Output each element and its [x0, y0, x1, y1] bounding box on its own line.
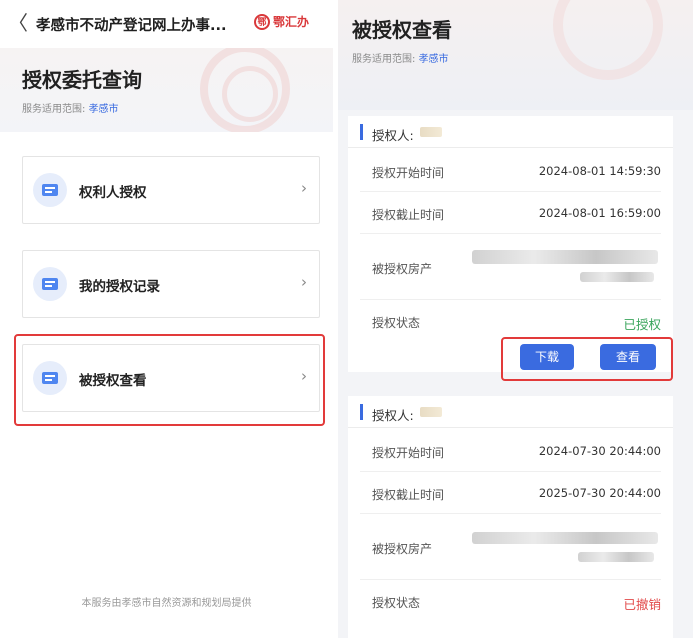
property-redacted: [472, 250, 658, 264]
highlight-box: [14, 334, 325, 426]
row-key: 授权状态: [372, 596, 421, 610]
top-bar: 〈 孝感市不动产登记网上办事... 鄂 鄂汇办: [0, 0, 333, 48]
grantor-name-redacted: [420, 407, 442, 417]
section-bar: [360, 124, 363, 140]
brand: 鄂 鄂汇办: [254, 13, 309, 30]
status-badge: 已授权: [623, 317, 661, 332]
row-key: 授权状态: [372, 316, 421, 330]
section-bar: [360, 404, 363, 420]
row-value: 2024-08-01 16:59:00: [538, 206, 661, 220]
brand-name: 鄂汇办: [273, 15, 310, 29]
page-title: 授权委托查询: [22, 68, 142, 92]
document-icon: [33, 173, 67, 207]
row-value: 2024-08-01 14:59:30: [538, 164, 661, 178]
record-row: 被授权房产: [360, 236, 661, 300]
document-icon: [33, 267, 67, 301]
chevron-right-icon: ›: [301, 179, 307, 197]
grantor-label: 授权人:: [372, 408, 414, 423]
right-screen: 被授权查看 服务适用范围: 孝感市 授权人: 授权开始时间 2024-08-01…: [338, 0, 693, 638]
page-title: 被授权查看: [352, 18, 452, 42]
seal-watermark-icon: [553, 0, 663, 80]
authorization-record-card: 授权人: 授权开始时间 2024-07-30 20:44:00 授权截止时间 2…: [348, 396, 673, 638]
seal-watermark-icon: [200, 48, 290, 132]
record-row: 授权截止时间 2024-08-01 16:59:00: [360, 194, 661, 234]
service-scope-city: 孝感市: [88, 104, 119, 115]
back-icon[interactable]: 〈: [6, 10, 30, 36]
property-redacted: [578, 552, 654, 562]
menu-item-label: 我的授权记录: [79, 279, 160, 295]
service-scope-city: 孝感市: [418, 54, 449, 65]
authorization-record-card: 授权人: 授权开始时间 2024-08-01 14:59:30 授权截止时间 2…: [348, 116, 673, 372]
highlight-box: [501, 337, 673, 381]
property-redacted: [472, 532, 658, 544]
row-key: 授权截止时间: [372, 208, 445, 222]
service-scope-label: 服务适用范围:: [352, 54, 416, 65]
row-value: 2024-07-30 20:44:00: [538, 444, 661, 458]
record-header: 授权人:: [348, 396, 673, 428]
row-key: 被授权房产: [372, 542, 433, 556]
record-row: 授权状态 已授权: [360, 302, 661, 342]
record-row: 授权开始时间 2024-08-01 14:59:30: [360, 152, 661, 192]
grantor-name-redacted: [420, 127, 442, 137]
record-header: 授权人:: [348, 116, 673, 148]
record-row: 授权状态 已撤销: [360, 582, 661, 622]
page-header: 授权委托查询 服务适用范围: 孝感市: [0, 48, 333, 132]
row-key: 授权开始时间: [372, 446, 445, 460]
menu-item-label: 权利人授权: [79, 185, 147, 201]
service-scope: 服务适用范围: 孝感市: [352, 50, 449, 65]
record-row: 授权开始时间 2024-07-30 20:44:00: [360, 432, 661, 472]
row-key: 授权开始时间: [372, 166, 445, 180]
row-key: 被授权房产: [372, 262, 433, 276]
row-key: 授权截止时间: [372, 488, 445, 502]
left-screen: 〈 孝感市不动产登记网上办事... 鄂 鄂汇办 授权委托查询 服务适用范围: 孝…: [0, 0, 333, 638]
page-header: 被授权查看 服务适用范围: 孝感市: [338, 0, 693, 110]
row-value: 2025-07-30 20:44:00: [538, 486, 661, 500]
chevron-right-icon: ›: [301, 273, 307, 291]
menu-item-rights-holder-authorize[interactable]: 权利人授权 ›: [22, 156, 320, 224]
grantor-label: 授权人:: [372, 128, 414, 143]
footer-note: 本服务由孝感市自然资源和规划局提供: [81, 598, 252, 609]
brand-logo-icon: 鄂: [254, 13, 270, 30]
service-scope-label: 服务适用范围:: [22, 104, 86, 115]
record-row: 授权截止时间 2025-07-30 20:44:00: [360, 474, 661, 514]
app-title: 孝感市不动产登记网上办事...: [36, 18, 227, 34]
service-scope: 服务适用范围: 孝感市: [22, 100, 119, 115]
property-redacted: [580, 272, 654, 282]
record-row: 被授权房产: [360, 516, 661, 580]
status-badge: 已撤销: [623, 597, 661, 612]
menu-item-my-authorization-records[interactable]: 我的授权记录 ›: [22, 250, 320, 318]
